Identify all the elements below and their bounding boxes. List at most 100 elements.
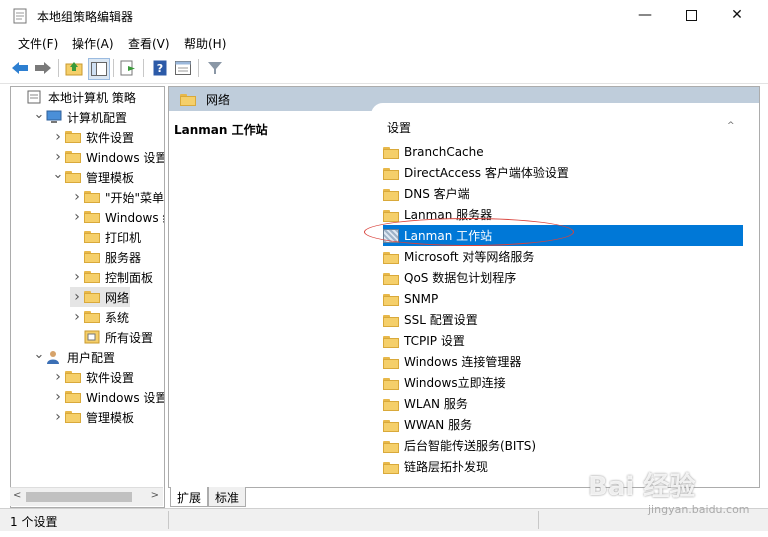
help-button[interactable]: ? — [150, 58, 170, 78]
folder-icon — [383, 293, 399, 306]
menu-action[interactable]: 操作(A) — [72, 35, 114, 52]
chevron-right-icon[interactable]: › — [51, 367, 65, 387]
back-button[interactable] — [10, 58, 30, 78]
export-list-button[interactable] — [118, 58, 138, 78]
list-item[interactable]: Windows立即连接 — [383, 372, 743, 393]
folder-icon — [65, 390, 81, 404]
scroll-right-icon[interactable]: > — [151, 490, 159, 501]
list-item[interactable]: Windows 连接管理器 — [383, 351, 743, 372]
settings-list: 设置 ^ BranchCache DirectAccess 客户端体验设置 DNS … — [371, 103, 759, 487]
chevron-right-icon[interactable]: › — [70, 307, 84, 327]
tree-item[interactable]: ⌄ 计算机配置 — [32, 107, 128, 127]
tree-item[interactable]: › 控制面板 — [70, 267, 154, 287]
folder-icon — [65, 370, 81, 384]
chevron-down-icon[interactable]: ⌄ — [32, 104, 46, 124]
tree-item[interactable]: › 网络 — [70, 287, 131, 307]
tree-item-label: 用户配置 — [67, 350, 116, 365]
menu-view[interactable]: 查看(V) — [128, 35, 170, 52]
properties-button[interactable] — [173, 58, 193, 78]
chevron-right-icon[interactable]: › — [70, 207, 84, 227]
folder-icon — [383, 335, 399, 348]
maximize-icon — [685, 9, 697, 21]
folder-icon — [84, 190, 100, 204]
chevron-down-icon[interactable]: ⌄ — [51, 164, 65, 184]
tree-item[interactable]: › Windows 设置 — [51, 147, 164, 167]
show-hide-tree-button[interactable] — [88, 58, 110, 80]
minimize-button[interactable]: — — [622, 0, 668, 30]
toolbar-separator — [143, 59, 144, 77]
list-item[interactable]: WWAN 服务 — [383, 414, 743, 435]
policy-icon — [27, 90, 43, 104]
chevron-right-icon[interactable]: › — [70, 267, 84, 287]
tab-extended[interactable]: 扩展 — [170, 487, 209, 507]
menu-help[interactable]: 帮助(H) — [184, 35, 226, 52]
folder-icon — [65, 170, 81, 184]
column-header-setting[interactable]: 设置 — [387, 119, 411, 136]
list-item[interactable]: BranchCache — [383, 141, 743, 162]
folder-icon — [84, 270, 100, 284]
scroll-thumb[interactable] — [26, 492, 132, 502]
window-title: 本地组策略编辑器 — [37, 10, 134, 24]
scroll-left-icon[interactable]: < — [13, 490, 21, 501]
description-title: Lanman 工作站 — [174, 123, 268, 137]
list-item[interactable]: SSL 配置设置 — [383, 309, 743, 330]
chevron-right-icon[interactable]: › — [70, 187, 84, 207]
list-item[interactable]: TCPIP 设置 — [383, 330, 743, 351]
tree-item[interactable]: › 软件设置 — [51, 367, 135, 387]
title-bar[interactable]: 本地组策略编辑器 — ✕ — [0, 0, 768, 32]
tree-item[interactable]: › 管理模板 — [51, 407, 135, 427]
folder-up-icon — [65, 62, 83, 76]
chevron-right-icon[interactable]: › — [51, 127, 65, 147]
close-button[interactable]: ✕ — [714, 0, 760, 30]
toolbar-separator — [58, 59, 59, 77]
list-item[interactable]: QoS 数据包计划程序 — [383, 267, 743, 288]
list-item[interactable]: Microsoft 对等网络服务 — [383, 246, 743, 267]
tree-item[interactable]: › Windows 组件 — [70, 207, 164, 227]
tab-standard[interactable]: 标准 — [208, 487, 247, 507]
tree-item[interactable]: › Windows 设置 — [51, 387, 164, 407]
tree-item-label: 软件设置 — [86, 370, 135, 385]
tree-item-label: 软件设置 — [86, 130, 135, 145]
folder-icon — [84, 290, 100, 304]
tree-item[interactable]: › 软件设置 — [51, 127, 135, 147]
list-item-label: TCPIP 设置 — [404, 334, 465, 348]
list-item[interactable]: 后台智能传送服务(BITS) — [383, 435, 743, 456]
list-item[interactable]: SNMP — [383, 288, 743, 309]
chevron-right-icon[interactable]: › — [70, 287, 84, 307]
console-tree[interactable]: 本地计算机 策略 ⌄ 计算机配置 › 软件设置 › Windows 设置 ⌄ 管理模板 › "开始"… — [10, 86, 165, 508]
minimize-icon: — — [638, 7, 652, 23]
settings-icon — [84, 330, 100, 344]
up-one-level-button[interactable] — [64, 58, 84, 78]
list-item-label: SNMP — [404, 291, 439, 306]
tree-item[interactable]: 服务器 — [70, 247, 142, 267]
tree-item[interactable]: 打印机 — [70, 227, 142, 247]
tree-item[interactable]: ⌄ 用户配置 — [32, 347, 116, 367]
folder-icon — [383, 167, 399, 180]
sort-arrow-icon: ^ — [727, 121, 735, 131]
maximize-button[interactable] — [668, 0, 714, 30]
tree-item-label: 网络 — [105, 290, 130, 305]
tree-item[interactable]: 所有设置 — [70, 327, 154, 347]
list-item[interactable]: DNS 客户端 — [383, 183, 743, 204]
tree-item[interactable]: ⌄ 管理模板 — [51, 167, 135, 187]
list-item-label: WWAN 服务 — [404, 418, 473, 432]
forward-button[interactable] — [33, 58, 53, 78]
chevron-right-icon[interactable]: › — [51, 407, 65, 427]
horizontal-scrollbar[interactable]: < > — [10, 487, 163, 506]
tree-item[interactable]: › 系统 — [70, 307, 130, 327]
watermark-brand: Bai 经验 — [588, 472, 696, 502]
list-item[interactable]: WLAN 服务 — [383, 393, 743, 414]
list-item[interactable]: DirectAccess 客户端体验设置 — [383, 162, 743, 183]
folder-icon — [383, 188, 399, 201]
tree-item-label: 系统 — [105, 310, 130, 325]
chevron-right-icon[interactable]: › — [51, 387, 65, 407]
menu-file[interactable]: 文件(F) — [18, 35, 58, 52]
filter-button[interactable] — [205, 58, 225, 78]
tree-item-label: 所有设置 — [105, 330, 154, 345]
tree-item-label: 管理模板 — [86, 170, 135, 185]
tree-item[interactable]: › "开始"菜单和 — [70, 187, 164, 207]
chevron-down-icon[interactable]: ⌄ — [32, 344, 46, 364]
folder-icon — [383, 398, 399, 411]
forward-arrow-icon — [35, 62, 51, 74]
